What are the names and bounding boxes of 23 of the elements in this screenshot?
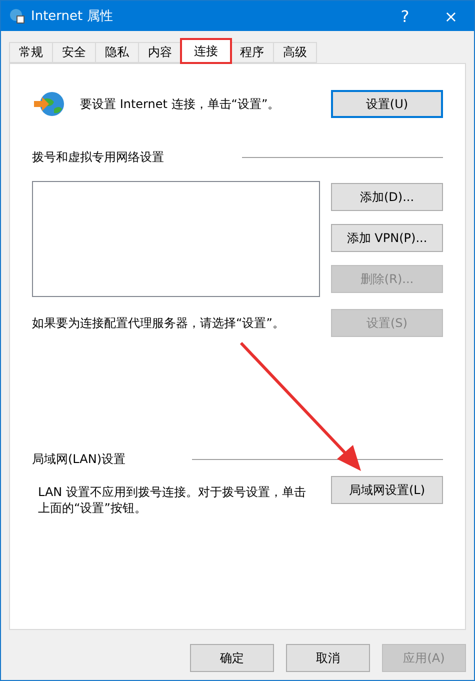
tab[interactable]: 内容	[138, 42, 182, 63]
setup-button[interactable]: 设置(U)	[331, 90, 443, 118]
dialog-button[interactable]: 取消	[286, 644, 370, 672]
dialog-button[interactable]: 确定	[190, 644, 274, 672]
tab[interactable]: 程序	[230, 42, 274, 63]
window-title: Internet 属性	[31, 8, 114, 25]
tab[interactable]: 安全	[52, 42, 96, 63]
close-button[interactable]: ×	[428, 1, 474, 31]
tab[interactable]: 连接	[181, 39, 231, 63]
dialup-button[interactable]: 添加 VPN(P)...	[331, 224, 443, 252]
help-button[interactable]: ?	[382, 1, 428, 31]
proxy-instruction: 如果要为连接配置代理服务器，请选择“设置”。	[32, 314, 284, 332]
section-heading: 拨号和虚拟专用网络设置	[32, 149, 164, 166]
dialup-button[interactable]: 添加(D)...	[331, 183, 443, 211]
lan-settings-button[interactable]: 局域网设置(L)	[331, 476, 443, 504]
globe-icon	[9, 8, 25, 24]
setup-instruction: 要设置 Internet 连接，单击“设置”。	[80, 96, 280, 112]
connection-list[interactable]	[32, 181, 320, 297]
tab[interactable]: 隐私	[95, 42, 139, 63]
tab[interactable]: 高级	[273, 42, 317, 63]
lan-description: LAN 设置不应用到拨号连接。对于拨号设置，单击上面的“设置”按钮。	[38, 484, 307, 516]
tab[interactable]: 常规	[9, 42, 53, 63]
section-heading: 局域网(LAN)设置	[32, 451, 126, 468]
